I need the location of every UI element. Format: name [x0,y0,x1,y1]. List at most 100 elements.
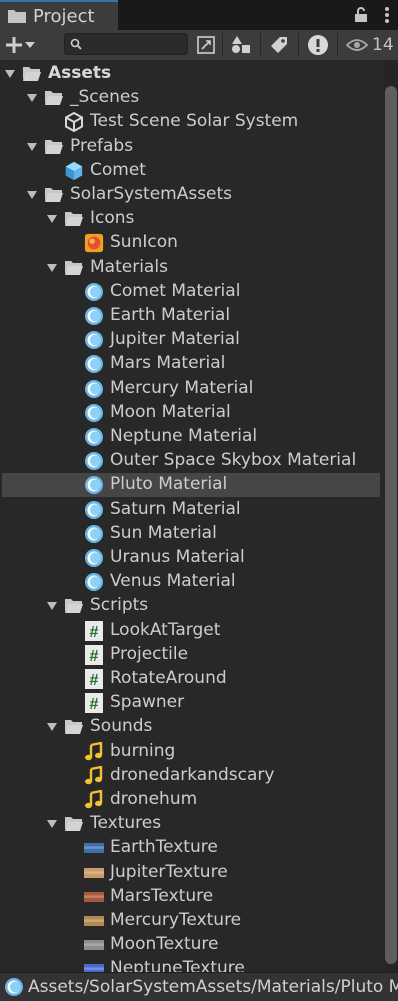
texture-icon [84,911,104,931]
tree-row-label: Saturn Material [110,498,241,519]
material-icon [84,524,104,544]
tree-row-outer-space-skybox-material[interactable]: Outer Space Skybox Material [0,449,384,473]
lock-icon[interactable] [354,7,368,23]
filter-by-label-button[interactable] [265,33,293,57]
create-button[interactable] [4,32,44,58]
tree-row-mercurytexture[interactable]: MercuryTexture [0,909,384,933]
texture-icon [84,935,104,955]
tree-row-dronedarkandscary[interactable]: dronedarkandscary [0,764,384,788]
tree-row-label: Earth Material [110,305,231,325]
expand-arrow-icon[interactable] [47,263,57,272]
texture-icon [84,863,104,883]
expand-arrow-icon[interactable] [5,70,15,78]
tree-row-label: Moon Material [110,401,231,422]
chevron-down-icon [25,42,35,48]
tree-row-earth-material[interactable]: Earth Material [0,304,384,328]
tree-row-dronehum[interactable]: dronehum [0,788,384,812]
tree-row-assets[interactable]: Assets [0,62,384,86]
search-field[interactable] [64,33,188,55]
tree-row-materials[interactable]: Materials [0,256,384,280]
svg-text:#: # [90,672,99,689]
tree-row-earthtexture[interactable]: EarthTexture [0,836,384,860]
filter-by-type-button[interactable] [227,33,255,57]
audio-icon [84,741,104,762]
tree-row-rotatearound[interactable]: # RotateAround [0,667,384,691]
material-icon [84,548,104,568]
tree-row-prefabs[interactable]: Prefabs [0,135,384,159]
tree-row-label: _Scenes [70,87,140,108]
tree-row-spawner[interactable]: # Spawner [0,691,384,715]
material-icon [84,427,104,447]
tree-row-uranus-material[interactable]: Uranus Material [0,546,384,570]
tree-row-label: Comet [90,159,146,180]
csharp-script-icon: # [84,669,104,689]
tree-row-moon-material[interactable]: Moon Material [0,401,384,425]
folder-open-icon [44,137,64,157]
tree-row-textures[interactable]: Textures [0,812,384,836]
console-errors-button[interactable] [304,33,332,57]
tree-row-pluto-material[interactable]: Pluto Material [2,473,380,498]
tree-row-venus-material[interactable]: Venus Material [0,570,384,594]
tree-row-icons[interactable]: Icons [0,207,384,231]
folder-open-icon [22,64,42,84]
tree-row-mars-material[interactable]: Mars Material [0,352,384,376]
tree-row-marstexture[interactable]: MarsTexture [0,885,384,909]
tree-row-sunicon[interactable]: SunIcon [0,231,384,255]
folder-open-icon [44,185,64,205]
tree-row-mercury-material[interactable]: Mercury Material [0,377,384,401]
tree-row-neptunetexture[interactable]: NeptuneTexture [0,957,384,972]
tree-row-label: Scripts [90,595,149,616]
material-icon [5,978,23,996]
audio-icon [84,765,104,786]
tree-row-burning[interactable]: burning [0,740,384,764]
tree-row-sun-material[interactable]: Sun Material [0,522,384,546]
folder-open-icon [44,88,64,108]
tree-row-lookattarget[interactable]: # LookAtTarget [0,619,384,643]
tree-row-comet-material[interactable]: Comet Material [0,280,384,304]
tree-row-scripts[interactable]: Scripts [0,594,384,618]
tree-row-neptune-material[interactable]: Neptune Material [0,425,384,449]
material-icon [84,354,104,374]
asset-tree: Assets _Scenes Test Scene Solar System Pref… [0,62,384,972]
search-input[interactable] [85,35,183,53]
tree-row-label: Spawner [110,692,185,713]
expand-arrow-icon[interactable] [47,215,57,224]
tree-row-sounds[interactable]: Sounds [0,715,384,739]
expand-arrow-icon[interactable] [27,94,37,103]
expand-arrow-icon[interactable] [47,602,57,611]
expand-arrow-icon[interactable] [27,191,37,199]
tab-project[interactable]: Project [0,0,118,30]
tree-row-scenes[interactable]: _Scenes [0,86,384,110]
tree-row-comet[interactable]: Comet [0,159,384,183]
tree-row-moontexture[interactable]: MoonTexture [0,933,384,957]
tree-row-label: Jupiter Material [110,329,240,350]
vertical-scrollbar[interactable] [384,62,398,972]
search-by-type-button[interactable] [192,33,220,57]
tree-row-jupitertexture[interactable]: JupiterTexture [0,861,384,885]
csharp-script-icon: # [84,620,104,641]
warning-icon [308,35,328,55]
hidden-packages-toggle[interactable]: 14 [346,30,394,60]
tree-row-solarsystemassets[interactable]: SolarSystemAssets [0,183,384,207]
toolbar-divider [298,33,299,57]
tree-row-jupiter-material[interactable]: Jupiter Material [0,328,384,352]
expand-arrow-icon[interactable] [47,820,57,829]
tree-row-label: SolarSystemAssets [70,184,233,204]
tab-bar: Project [0,0,398,30]
unity-scene-icon [64,112,84,133]
scrollbar-thumb[interactable] [385,86,397,964]
eye-icon [346,39,368,51]
kebab-menu-icon[interactable] [384,6,390,24]
expand-arrow-icon[interactable] [27,142,37,151]
tree-row-label: Materials [90,256,168,277]
tree-row-label: Uranus Material [110,547,245,567]
expand-arrow-icon[interactable] [47,723,57,732]
tree-row-projectile[interactable]: # Projectile [0,643,384,667]
folder-open-icon [64,596,84,616]
prefab-icon [64,161,84,181]
tree-row-saturn-material[interactable]: Saturn Material [0,498,384,522]
texture-icon [84,959,104,972]
tree-row-test-scene-solar-system[interactable]: Test Scene Solar System [0,110,384,134]
material-icon [84,451,104,471]
tree-row-label: Pluto Material [110,474,228,495]
